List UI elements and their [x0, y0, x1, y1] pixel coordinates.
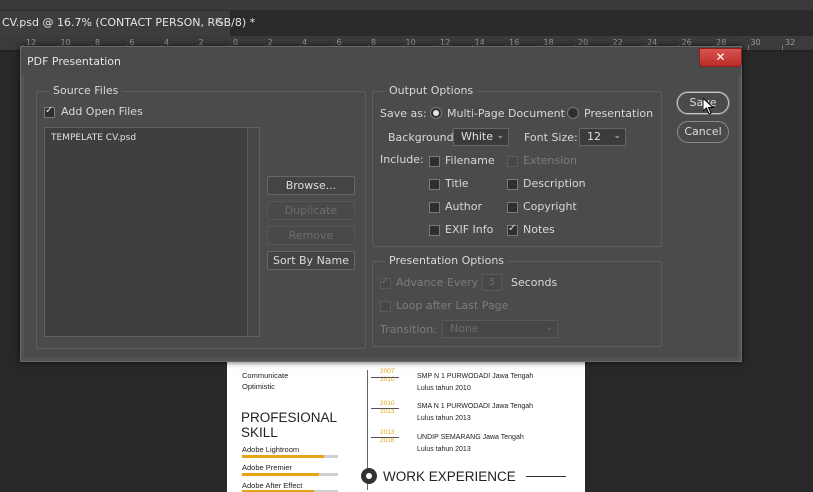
options-bar: [0, 0, 813, 11]
notes-checkbox[interactable]: [507, 223, 518, 236]
ruler-label: 30: [750, 38, 761, 47]
remove-button[interactable]: Remove: [267, 226, 355, 245]
skill-bar: [242, 473, 338, 476]
briefcase-icon: [361, 468, 377, 484]
author-checkbox[interactable]: [429, 202, 440, 213]
advance-every-label: Advance Every: [396, 276, 479, 289]
edu-entry: UNDIP SEMARANG Jawa Tengah Lulus tahun 20…: [417, 434, 524, 453]
description-label: Description: [523, 177, 586, 190]
tab-close-icon[interactable]: ✕: [214, 15, 223, 28]
edu-connector: [371, 408, 399, 409]
include-label: Include:: [380, 153, 424, 166]
duplicate-button[interactable]: Duplicate: [267, 201, 355, 220]
trait-optimistic: Optimistic: [242, 382, 275, 391]
skill-name: Adobe After Effect: [242, 481, 303, 490]
dialog-titlebar[interactable]: PDF Presentation ✕: [21, 47, 742, 75]
ruler-tick: [782, 45, 783, 50]
author-label: Author: [445, 200, 483, 213]
browse-button[interactable]: Browse...: [267, 176, 355, 195]
document-tab[interactable]: CV.psd @ 16.7% (CONTACT PERSON, RGB/8) *…: [0, 11, 255, 36]
trait-communicate: Communicate: [242, 371, 289, 380]
list-item[interactable]: TEMPELATE CV.psd: [51, 133, 136, 143]
document-tab-bar: CV.psd @ 16.7% (CONTACT PERSON, RGB/8) *…: [0, 11, 813, 36]
extension-checkbox[interactable]: [507, 156, 518, 167]
extension-label: Extension: [523, 154, 578, 167]
chevron-down-icon: ⌄: [545, 323, 553, 333]
skill-name: Adobe Lightroom: [242, 445, 300, 454]
chevron-down-icon: ⌄: [496, 131, 504, 141]
font-size-select[interactable]: 12 ⌄: [579, 128, 626, 146]
filename-checkbox[interactable]: [429, 156, 440, 167]
edu-connector: [371, 377, 399, 378]
close-icon: ✕: [715, 50, 726, 64]
ruler-label: 32: [785, 38, 796, 47]
presentation-options-legend: Presentation Options: [385, 254, 509, 267]
background-label: Background:: [388, 131, 458, 144]
presentation-label: Presentation: [584, 107, 654, 120]
title-label: Title: [445, 177, 469, 190]
output-options-legend: Output Options: [385, 84, 478, 97]
background-select[interactable]: White ⌄: [453, 128, 509, 146]
presentation-radio[interactable]: [567, 107, 579, 119]
add-open-files-label: Add Open Files: [61, 105, 143, 118]
description-checkbox[interactable]: [507, 179, 518, 190]
notes-label: Notes: [523, 223, 555, 236]
transition-select[interactable]: None ⌄: [442, 320, 558, 338]
filename-label: Filename: [445, 154, 495, 167]
source-files-legend: Source Files: [49, 84, 123, 97]
chevron-down-icon: ⌄: [613, 131, 621, 141]
ruler-tick: [747, 45, 749, 50]
seconds-label: Seconds: [511, 276, 558, 289]
loop-checkbox[interactable]: [380, 301, 391, 312]
copyright-label: Copyright: [523, 200, 577, 213]
copyright-checkbox[interactable]: [507, 202, 518, 213]
multi-page-label: Multi-Page Document: [447, 107, 565, 120]
source-file-list[interactable]: TEMPELATE CV.psd: [44, 127, 260, 337]
dialog-title: PDF Presentation: [27, 55, 122, 68]
advance-every-checkbox[interactable]: [380, 276, 391, 289]
skills-heading: PROFESIONAL SKILL: [241, 410, 338, 440]
divider: [525, 475, 566, 477]
add-open-files-checkbox[interactable]: [44, 105, 55, 118]
font-size-label: Font Size:: [524, 131, 578, 144]
list-scrollbar[interactable]: [247, 128, 259, 336]
advance-seconds-input[interactable]: 5: [482, 274, 502, 291]
pdf-presentation-dialog: PDF Presentation ✕ Source Files Add Open…: [20, 46, 742, 362]
sort-by-name-button[interactable]: Sort By Name: [267, 251, 355, 270]
edu-year: 2007 2010: [380, 368, 395, 383]
edu-entry: SMA N 1 PURWODADI Jawa Tengah Lulus tahun…: [417, 403, 534, 422]
skill-name: Adobe Premier: [242, 463, 293, 472]
edu-entry: SMP N 1 PURWODADI Jawa Tengah Lulus tahun…: [417, 373, 534, 392]
work-experience-heading: WORK EXPERIENCE: [361, 468, 566, 484]
transition-label: Transition:: [380, 323, 437, 336]
save-as-label: Save as:: [380, 107, 427, 120]
loop-label: Loop after Last Page: [396, 299, 509, 312]
skill-bar: [242, 455, 338, 458]
exif-info-checkbox[interactable]: [429, 225, 440, 236]
multi-page-radio[interactable]: [430, 107, 442, 119]
edu-connector: [371, 437, 399, 438]
cancel-button[interactable]: Cancel: [677, 121, 729, 143]
dialog-body: Source Files Add Open Files TEMPELATE CV…: [24, 75, 738, 358]
title-checkbox[interactable]: [429, 179, 440, 190]
exif-info-label: EXIF Info: [445, 223, 494, 236]
close-button[interactable]: ✕: [699, 48, 742, 67]
